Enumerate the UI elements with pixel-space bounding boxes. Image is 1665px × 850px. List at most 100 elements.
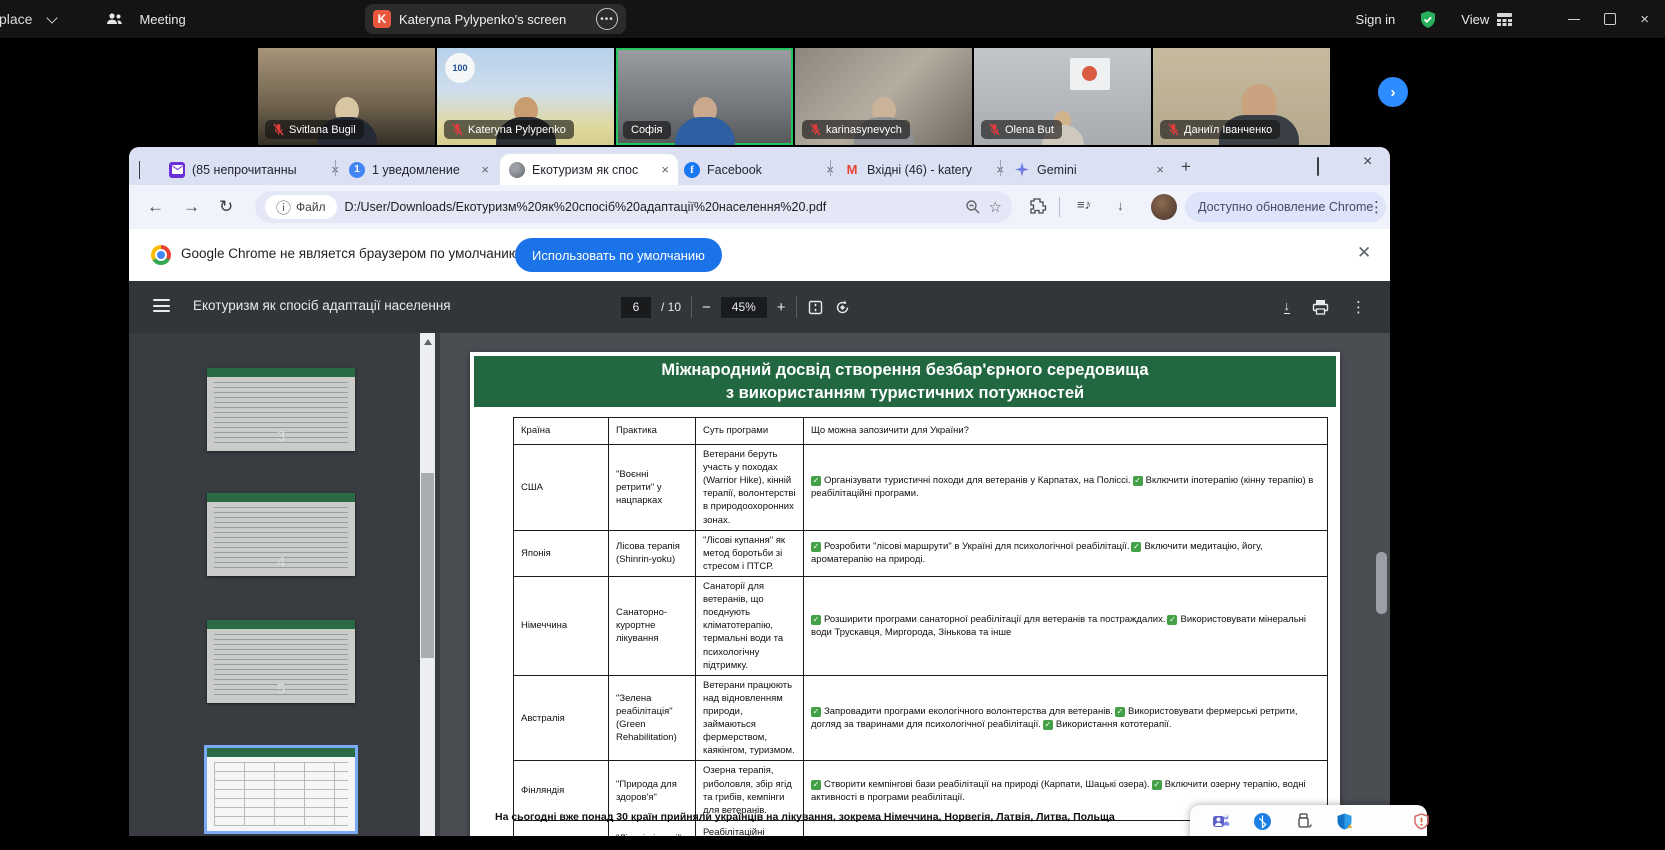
- check-icon: ✓: [1152, 780, 1162, 790]
- mic-muted-icon: [452, 123, 463, 136]
- table-row: Німеччина Санаторно-курортне лікування С…: [514, 576, 1328, 675]
- participant-tile[interactable]: 100 Kateryna Pylypenko: [437, 48, 614, 145]
- set-default-button[interactable]: Использовать по умолчанию: [515, 238, 722, 272]
- chrome-update-chip[interactable]: Доступно обновление Chrome: [1185, 192, 1386, 222]
- banner-close-icon[interactable]: ✕: [1357, 243, 1371, 263]
- tab-ecotourism-pdf[interactable]: Екотуризм як спос ×: [500, 154, 678, 185]
- thumbnail-label: 3: [207, 428, 355, 445]
- mic-muted-icon: [1168, 123, 1179, 136]
- bookmark-star-icon[interactable]: ☆: [989, 198, 1002, 216]
- security-verified-icon: [1419, 10, 1437, 29]
- page-number-input[interactable]: 6: [621, 297, 651, 318]
- anniversary-logo: 100: [445, 53, 475, 83]
- address-bar[interactable]: ⓘ Файл D:/User/Downloads/Екотуризм%20як%…: [255, 191, 1012, 223]
- download-icon[interactable]: ↓: [1117, 197, 1124, 213]
- tab-gmail-inbox[interactable]: M Вхідні (46) - katery ×: [835, 154, 1013, 185]
- browser-window: (85 непрочитанны × 1 1 уведомление × Еко…: [129, 147, 1390, 838]
- more-options-icon[interactable]: •••: [596, 8, 618, 30]
- view-button[interactable]: View: [1461, 12, 1489, 27]
- extensions-puzzle-icon[interactable]: [1029, 197, 1047, 215]
- facebook-icon: f: [684, 162, 700, 178]
- browser-menu-icon[interactable]: ⋮: [1369, 198, 1384, 216]
- thumbnail-label: 5: [207, 681, 355, 698]
- browser-toolbar: ← → ↻ ⓘ Файл D:/User/Downloads/Екотуризм…: [129, 185, 1390, 229]
- participant-tile[interactable]: Olena But: [974, 48, 1151, 145]
- media-controls-icon[interactable]: ≡♪: [1077, 197, 1091, 212]
- view-grid-icon[interactable]: [1497, 13, 1512, 26]
- tab-search-chevron-icon[interactable]: [139, 161, 140, 179]
- table-row: США "Воєнні ретрити" у нацпарках Ветеран…: [514, 445, 1328, 531]
- new-tab-button[interactable]: +: [1181, 157, 1191, 177]
- check-icon: ✓: [811, 476, 821, 486]
- participant-name-tag: karinasynevych: [802, 120, 910, 139]
- gmail-icon: M: [844, 162, 860, 178]
- shared-screen-title: Kateryna Pylypenko's screen: [399, 12, 588, 27]
- pdf-print-icon[interactable]: [1312, 299, 1329, 315]
- table-row: Австралія "Зелена реабілітація" (Green R…: [514, 675, 1328, 761]
- meeting-menu[interactable]: Meeting: [139, 12, 185, 27]
- main-scrollbar-thumb[interactable]: [1376, 552, 1387, 614]
- thumbnail-page-6-selected[interactable]: [207, 748, 355, 831]
- table-row: Японія Лісова терапія (Shinrin-yoku) "Лі…: [514, 530, 1328, 576]
- window-close-button[interactable]: ×: [1363, 153, 1372, 171]
- tab-facebook[interactable]: f Facebook ×: [675, 154, 843, 185]
- meeting-titlebar: kplace Meeting K Kateryna Pylypenko's sc…: [0, 0, 1665, 38]
- tab-mail[interactable]: (85 непрочитанны ×: [160, 154, 348, 185]
- pdf-menu-dots-icon[interactable]: ⋮: [1351, 298, 1366, 316]
- sign-in-button[interactable]: Sign in: [1356, 12, 1396, 27]
- pdf-page: Міжнародний досвід створення безбар'єрно…: [470, 352, 1340, 838]
- zoom-out-button[interactable]: −: [702, 299, 711, 316]
- reload-button[interactable]: ↻: [219, 196, 233, 218]
- check-icon: ✓: [811, 542, 821, 552]
- restore-button[interactable]: [1604, 13, 1616, 25]
- close-tab-icon[interactable]: ×: [1156, 162, 1164, 177]
- windows-security-icon[interactable]: [1335, 812, 1354, 831]
- bluetooth-icon[interactable]: [1253, 812, 1272, 831]
- check-icon: ✓: [1133, 476, 1143, 486]
- next-participants-button[interactable]: ›: [1378, 77, 1408, 107]
- whiteboard: [1070, 58, 1110, 90]
- check-icon: ✓: [1131, 542, 1141, 552]
- table-header-row: Країна Практика Суть програми Що можна з…: [514, 418, 1328, 445]
- zoom-page-icon[interactable]: [965, 199, 981, 215]
- back-button[interactable]: ←: [147, 196, 164, 218]
- tab-notification[interactable]: 1 1 уведомление ×: [340, 154, 498, 185]
- check-icon: ✓: [1043, 720, 1053, 730]
- window-maximize-button[interactable]: [1317, 158, 1319, 176]
- fit-page-button[interactable]: [807, 299, 824, 316]
- pdf-viewer-body: 3 4 5 Міжнародний досвід створення безба…: [129, 333, 1390, 838]
- close-button[interactable]: ×: [1640, 12, 1649, 27]
- profile-avatar[interactable]: [1151, 194, 1177, 220]
- scroll-up-arrow-icon[interactable]: [424, 339, 432, 345]
- pdf-menu-icon[interactable]: [153, 299, 170, 312]
- scheme-chip[interactable]: ⓘ Файл: [265, 195, 337, 219]
- close-tab-icon[interactable]: ×: [481, 162, 489, 177]
- close-tab-icon[interactable]: ×: [661, 162, 669, 177]
- pdf-toolbar: Екотуризм як спосіб адаптації населення …: [129, 281, 1390, 333]
- participant-tile[interactable]: Svitlana Bugil: [258, 48, 435, 145]
- rotate-page-button[interactable]: [834, 299, 851, 316]
- participant-tile[interactable]: Даниїл Іванченко: [1153, 48, 1330, 145]
- pdf-document-title: Екотуризм як спосіб адаптації населення: [193, 298, 451, 313]
- participant-tile[interactable]: karinasynevych: [795, 48, 972, 145]
- tab-gemini[interactable]: Gemini ×: [1005, 154, 1173, 185]
- chevron-down-icon[interactable]: [47, 12, 58, 23]
- security-alert-icon[interactable]: [1412, 812, 1431, 831]
- pdf-download-icon[interactable]: ↓: [1284, 300, 1291, 314]
- sidebar-scrollbar-thumb[interactable]: [421, 473, 434, 658]
- teams-icon[interactable]: [1212, 812, 1231, 831]
- zoom-level-value[interactable]: 45%: [721, 297, 767, 318]
- slide-table: Країна Практика Суть програми Що можна з…: [513, 417, 1328, 838]
- minimize-button[interactable]: [1568, 19, 1580, 20]
- check-icon: ✓: [1115, 707, 1125, 717]
- participant-name-tag: Svitlana Bugil: [265, 120, 364, 139]
- participant-name-tag: Софія: [623, 121, 671, 139]
- zoom-in-button[interactable]: +: [777, 299, 786, 316]
- mail-icon: [169, 162, 185, 178]
- check-icon: ✓: [1167, 615, 1177, 625]
- forward-button[interactable]: →: [183, 196, 200, 218]
- shared-screen-tab[interactable]: K Kateryna Pylypenko's screen •••: [365, 4, 626, 34]
- participant-tile-active-speaker[interactable]: Софія: [616, 48, 793, 145]
- usb-drive-icon[interactable]: [1294, 812, 1313, 831]
- gemini-icon: [1014, 162, 1030, 178]
